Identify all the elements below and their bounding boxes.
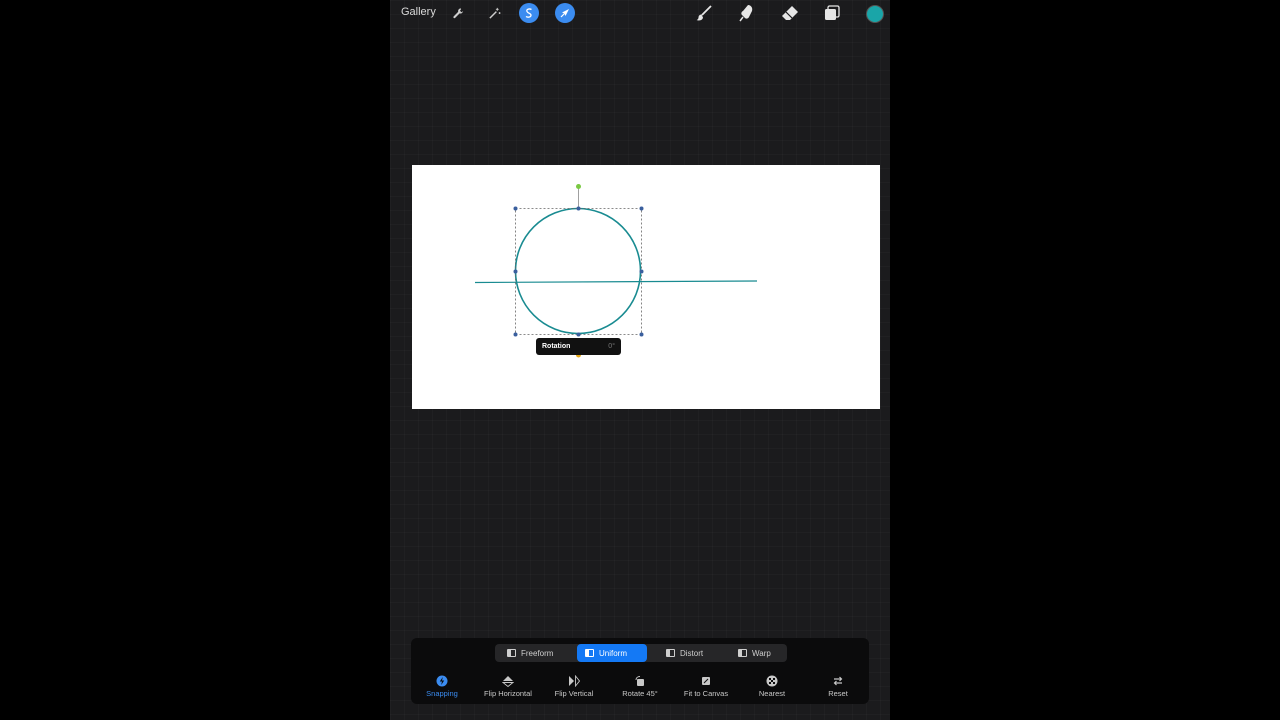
transform-arrow-icon[interactable] (555, 3, 575, 23)
snapping-button[interactable]: Snapping (411, 675, 473, 701)
flip-vertical-icon (568, 675, 580, 687)
layers-icon[interactable] (822, 3, 842, 23)
mode-distort-label: Distort (680, 648, 704, 658)
edge-handle-top (576, 206, 581, 211)
top-toolbar: Gallery (390, 0, 890, 28)
warp-icon (738, 649, 747, 657)
circle-stroke (514, 207, 642, 335)
rotate-45-button[interactable]: Rotate 45° (609, 675, 671, 701)
flip-horizontal-label: Flip Horizontal (484, 689, 532, 698)
mode-warp-label: Warp (752, 648, 771, 658)
edge-handle-bottom (576, 332, 581, 337)
corner-handle-top-right (639, 206, 644, 211)
corner-handle-top-left (513, 206, 518, 211)
mode-freeform[interactable]: Freeform (499, 644, 567, 662)
mode-warp[interactable]: Warp (730, 644, 784, 662)
gallery-button[interactable]: Gallery (401, 6, 436, 18)
reset-icon (832, 675, 844, 687)
mode-freeform-label: Freeform (521, 648, 554, 658)
snapping-label: Snapping (426, 689, 458, 698)
flip-horizontal-icon (502, 675, 514, 687)
procreate-app: Gallery Rotation 0° Freeform Uniform Dis… (390, 0, 890, 720)
fit-to-canvas-label: Fit to Canvas (683, 689, 729, 698)
edge-handle-left (513, 269, 518, 274)
flip-vertical-button[interactable]: Flip Vertical (543, 675, 605, 701)
mode-uniform[interactable]: Uniform (577, 644, 647, 662)
nearest-button[interactable]: Nearest (741, 675, 803, 701)
corner-handle-bottom-left (513, 332, 518, 337)
fit-to-canvas-icon (700, 675, 712, 687)
smudge-icon[interactable] (737, 3, 757, 23)
rotate-icon (634, 675, 646, 687)
distort-icon (666, 649, 675, 657)
drawing-canvas[interactable]: Rotation 0° (412, 165, 880, 409)
transform-mode-selector: Freeform Uniform Distort Warp (495, 644, 787, 662)
flip-vertical-label: Flip Vertical (554, 689, 594, 698)
canvas-artwork (474, 184, 758, 358)
mode-uniform-label: Uniform (599, 648, 628, 658)
flip-horizontal-button[interactable]: Flip Horizontal (477, 675, 539, 701)
nearest-label: Nearest (758, 689, 786, 698)
eraser-icon[interactable] (780, 3, 800, 23)
freeform-icon (507, 649, 516, 657)
magic-wand-icon[interactable] (484, 3, 504, 23)
rotate-45-label: Rotate 45° (622, 689, 658, 698)
transform-toolbar: Freeform Uniform Distort Warp Snapping F… (411, 638, 869, 704)
wrench-icon[interactable] (448, 3, 468, 23)
rotation-label: Rotation (542, 343, 571, 350)
reset-button[interactable]: Reset (807, 675, 869, 701)
color-picker-button[interactable] (867, 6, 883, 22)
corner-handle-bottom-right (639, 332, 644, 337)
edge-handle-right (639, 269, 644, 274)
rotation-readout: Rotation 0° (536, 338, 621, 355)
rotation-handle (576, 184, 581, 189)
snapping-icon (436, 675, 448, 687)
nearest-icon (766, 675, 778, 687)
selection-icon[interactable] (519, 3, 539, 23)
mode-distort[interactable]: Distort (658, 644, 716, 662)
rotation-value: 0° (608, 343, 615, 350)
fit-to-canvas-button[interactable]: Fit to Canvas (675, 675, 737, 701)
brush-icon[interactable] (694, 3, 714, 23)
uniform-icon (585, 649, 594, 657)
reset-label: Reset (828, 689, 848, 698)
